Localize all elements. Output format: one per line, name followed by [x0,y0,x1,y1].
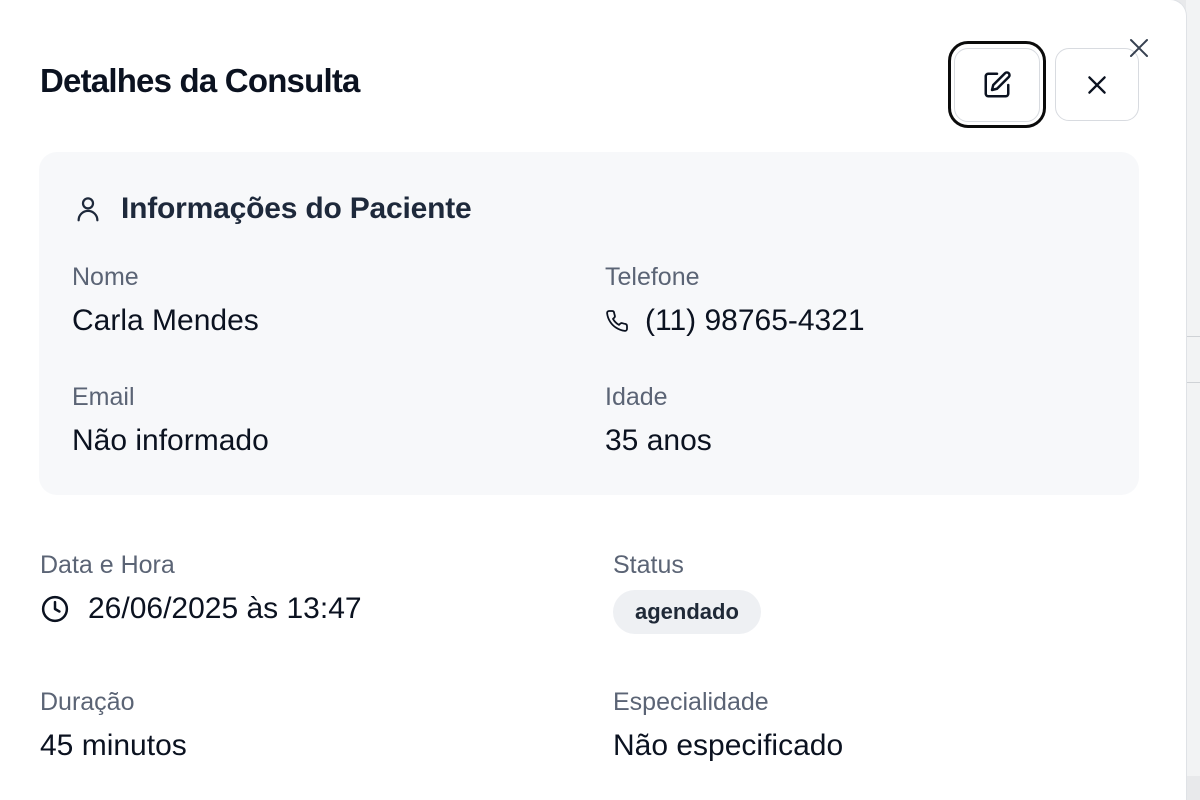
datetime-label: Data e Hora [40,551,175,579]
datetime-value-row: 26/06/2025 às 13:47 [40,592,362,626]
x-icon [1127,36,1151,60]
patient-info-title: Informações do Paciente [121,192,472,225]
backdrop-divider [1186,382,1200,383]
user-icon [73,194,103,224]
specialty-value: Não especificado [613,729,844,762]
name-value: Carla Mendes [72,304,259,337]
patient-info-card: Informações do Paciente Nome Carla Mende… [39,152,1139,495]
phone-value-row: (11) 98765-4321 [605,304,865,338]
pencil-square-icon [982,70,1012,100]
name-label: Nome [72,263,139,291]
age-value: 35 anos [605,424,712,457]
specialty-label: Especialidade [613,688,769,716]
dialog-dismiss-button[interactable] [1125,34,1153,62]
edit-button-face[interactable] [954,47,1040,122]
dialog-title: Detalhes da Consulta [40,62,360,99]
appointment-details-dialog: Detalhes da Consulta Informações do Paci… [0,0,1186,800]
email-label: Email [72,383,135,411]
duration-value: 45 minutos [40,729,187,762]
edit-button[interactable] [948,41,1046,128]
status-label: Status [613,551,684,579]
phone-label: Telefone [605,263,700,291]
clock-icon [40,594,70,624]
datetime-value: 26/06/2025 às 13:47 [88,592,362,625]
status-badge: agendado [613,590,761,634]
email-value: Não informado [72,424,269,457]
backdrop [1186,0,1200,776]
phone-value: (11) 98765-4321 [645,304,865,337]
phone-icon [605,309,629,333]
duration-label: Duração [40,688,135,716]
backdrop-divider [1186,336,1200,337]
x-icon [1084,72,1110,98]
age-label: Idade [605,383,668,411]
patient-info-header: Informações do Paciente [73,192,472,226]
